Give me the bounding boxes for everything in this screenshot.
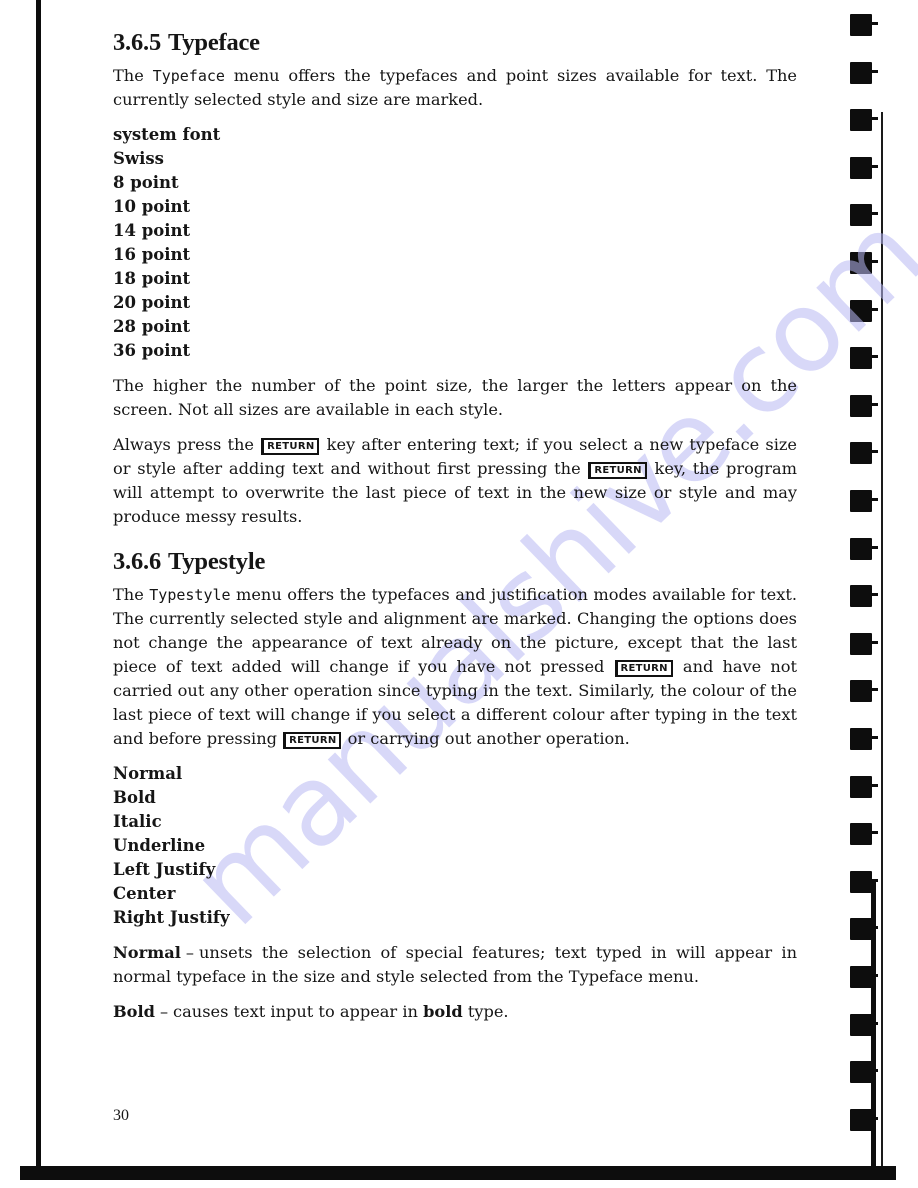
definition-text: causes text input to appear in [173, 1002, 424, 1021]
typestyle-menu-item: Underline [113, 836, 206, 855]
binding-tab [850, 14, 878, 36]
binding-tab [850, 680, 878, 703]
binding-tab [850, 1013, 878, 1036]
typestyle-intro-paragraph: The Typestyle menu offers the typefaces … [113, 583, 797, 751]
section-title: Typeface [168, 29, 260, 56]
section-number: 3.6.5 [113, 29, 162, 56]
binding-tab [850, 252, 878, 274]
binding-tab [850, 156, 878, 179]
binding-tab [850, 823, 878, 846]
binding-tab [850, 966, 878, 988]
typeface-menu-item: 36 point [113, 341, 191, 360]
binding-tab [850, 347, 878, 370]
page-number: 30 [113, 1107, 129, 1124]
return-key-icon: RETURN [283, 732, 342, 749]
binding-tab [850, 632, 878, 655]
binding-tab [850, 1108, 878, 1131]
binding-tab [850, 442, 878, 465]
left-border-rule [36, 0, 41, 1168]
typeface-intro-paragraph: The Typeface menu offers the typefaces a… [113, 64, 797, 112]
right-border-rule [881, 112, 883, 1172]
binding-tab [850, 204, 878, 227]
typeface-menu-item: Swiss [113, 149, 164, 168]
section-heading-typestyle: 3.6.6 Typestyle [113, 547, 797, 577]
definition-term: Bold [113, 1002, 155, 1021]
binding-tab [850, 61, 878, 84]
text: The [113, 66, 153, 85]
return-key-paragraph: Always press the RETURN key after enteri… [113, 433, 797, 529]
typeface-menu-item: 8 point [113, 173, 179, 192]
dash: – [185, 943, 194, 962]
point-size-paragraph: The higher the number of the point size,… [113, 376, 797, 419]
typeface-menu-item: 16 point [113, 245, 191, 264]
text: or carrying out another operation. [342, 729, 630, 748]
typestyle-menu-item: Italic [113, 812, 162, 831]
section-heading-typeface: 3.6.5 Typeface [113, 28, 797, 58]
definition-bold: Bold – causes text input to appear in bold… [113, 1000, 797, 1024]
typeface-menu-item: 20 point [113, 293, 191, 312]
definition-emphasis: bold [423, 1002, 463, 1021]
binding-tab [850, 775, 878, 798]
typeface-menu-item: 10 point [113, 197, 191, 216]
typeface-menu-item: 18 point [113, 269, 191, 288]
menu-name-typestyle: Typestyle [149, 586, 231, 604]
typestyle-menu-item: Bold [113, 788, 156, 807]
typeface-menu-item: 14 point [113, 221, 191, 240]
binding-tab [850, 394, 878, 417]
return-key-icon: RETURN [614, 660, 673, 677]
definition-normal: Normal – unsets the selection of special f… [113, 941, 797, 989]
definition-text: unsets the selection of special features… [113, 943, 797, 986]
typestyle-menu-item: Left Justify [113, 860, 216, 879]
binding-tab [850, 490, 878, 512]
dash: – [159, 1002, 169, 1021]
bottom-border-bar [20, 1166, 896, 1180]
binding-tab [850, 870, 878, 893]
text: Always press the [113, 435, 261, 454]
binding-tab [850, 537, 878, 560]
typestyle-menu-item: Right Justify [113, 908, 230, 927]
binding-tab [850, 1061, 878, 1084]
binding-tab [850, 109, 878, 132]
manual-page: manualshive.com 3.6.5 Typeface The Typefa… [0, 0, 918, 1188]
binding-tab [850, 299, 878, 322]
binding-tab [850, 728, 878, 750]
typestyle-menu-list: Normal Bold Italic Underline Left Justif… [113, 762, 797, 930]
typeface-menu-list: system font Swiss 8 point 10 point 14 po… [113, 123, 797, 363]
typeface-menu-item: 28 point [113, 317, 191, 336]
return-key-icon: RETURN [261, 438, 320, 455]
text: The [113, 585, 150, 604]
definition-term: Normal [113, 943, 181, 962]
return-key-icon: RETURN [588, 462, 647, 479]
binding-tab [850, 585, 878, 608]
menu-name-typeface: Typeface [152, 67, 225, 85]
typeface-menu-item: system font [113, 125, 221, 144]
binding-tab [850, 918, 878, 941]
page-content: 3.6.5 Typeface The Typeface menu offers t… [113, 28, 797, 1035]
definition-text: type. [462, 1002, 509, 1021]
section-title: Typestyle [168, 548, 266, 575]
section-number: 3.6.6 [113, 548, 162, 575]
typestyle-menu-item: Center [113, 884, 176, 903]
typestyle-menu-item: Normal [113, 764, 183, 783]
